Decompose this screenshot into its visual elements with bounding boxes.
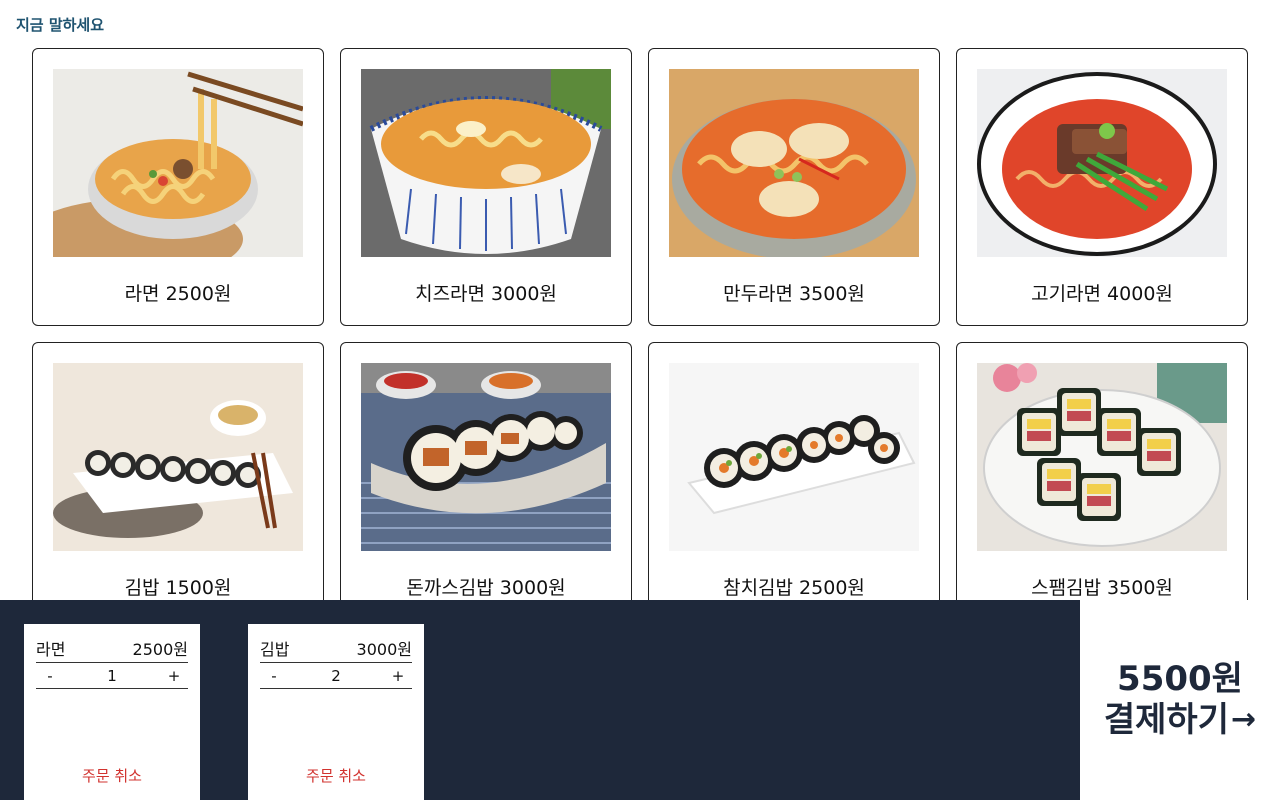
decrease-button[interactable]: - (266, 667, 282, 685)
menu-label: 만두라면 3500원 (723, 283, 865, 305)
dumpling-ramen-image (669, 69, 919, 257)
menu-card-pork-cutlet-kimbap[interactable]: 돈까스김밥 3000원 (340, 342, 632, 620)
order-item-name: 라면 (36, 640, 66, 659)
order-item-price: 3000원 (356, 640, 412, 659)
voice-prompt: 지금 말하세요 (16, 16, 105, 34)
menu-card-tuna-kimbap[interactable]: 참치김밥 2500원 (648, 342, 940, 620)
cancel-order-button[interactable]: 주문 취소 (248, 765, 424, 786)
order-panel: 라면 2500원 - 1 + 주문 취소 김밥 3000원 - 2 + 주문 취… (0, 600, 1080, 800)
menu-grid: 라면 2500원 치즈라면 3000원 만두라면 3500원 고기라면 4000… (32, 48, 1248, 620)
quantity-stepper: - 1 + (36, 663, 188, 689)
increase-button[interactable]: + (390, 667, 406, 685)
spam-kimbap-image (977, 363, 1227, 551)
menu-card-meat-ramen[interactable]: 고기라면 4000원 (956, 48, 1248, 326)
menu-label: 라면 2500원 (124, 283, 232, 305)
ramen-image (53, 69, 303, 257)
menu-label: 김밥 1500원 (124, 577, 232, 599)
menu-label: 참치김밥 2500원 (723, 577, 865, 599)
increase-button[interactable]: + (166, 667, 182, 685)
tuna-kimbap-image (669, 363, 919, 551)
order-item-kimbap: 김밥 3000원 - 2 + 주문 취소 (248, 624, 424, 800)
decrease-button[interactable]: - (42, 667, 58, 685)
menu-label: 치즈라면 3000원 (415, 283, 557, 305)
quantity-value: 2 (331, 667, 341, 685)
kiosk-page: 지금 말하세요 라면 2500원 치즈라면 3000원 만두라면 3500원 고… (0, 0, 1280, 800)
kimbap-image (53, 363, 303, 551)
pay-label-row: 결제하기 → (1104, 699, 1256, 741)
pork-cutlet-kimbap-image (361, 363, 611, 551)
menu-label: 고기라면 4000원 (1031, 283, 1173, 305)
cancel-order-button[interactable]: 주문 취소 (24, 765, 200, 786)
menu-card-ramen[interactable]: 라면 2500원 (32, 48, 324, 326)
order-item-header: 김밥 3000원 (260, 636, 412, 663)
menu-label: 스팸김밥 3500원 (1031, 577, 1173, 599)
quantity-stepper: - 2 + (260, 663, 412, 689)
quantity-value: 1 (107, 667, 117, 685)
cheese-ramen-image (361, 69, 611, 257)
arrow-right-icon: → (1230, 702, 1257, 737)
pay-label: 결제하기 (1103, 700, 1229, 740)
menu-card-dumpling-ramen[interactable]: 만두라면 3500원 (648, 48, 940, 326)
order-item-name: 김밥 (260, 640, 290, 659)
meat-ramen-image (977, 69, 1227, 257)
menu-card-spam-kimbap[interactable]: 스팸김밥 3500원 (956, 342, 1248, 620)
order-item-ramen: 라면 2500원 - 1 + 주문 취소 (24, 624, 200, 800)
total-price: 5500원 (1117, 659, 1243, 699)
checkout-button[interactable]: 5500원 결제하기 → (1080, 600, 1280, 800)
menu-card-cheese-ramen[interactable]: 치즈라면 3000원 (340, 48, 632, 326)
menu-card-kimbap[interactable]: 김밥 1500원 (32, 342, 324, 620)
order-item-header: 라면 2500원 (36, 636, 188, 663)
order-item-price: 2500원 (132, 640, 188, 659)
menu-label: 돈까스김밥 3000원 (406, 577, 566, 599)
